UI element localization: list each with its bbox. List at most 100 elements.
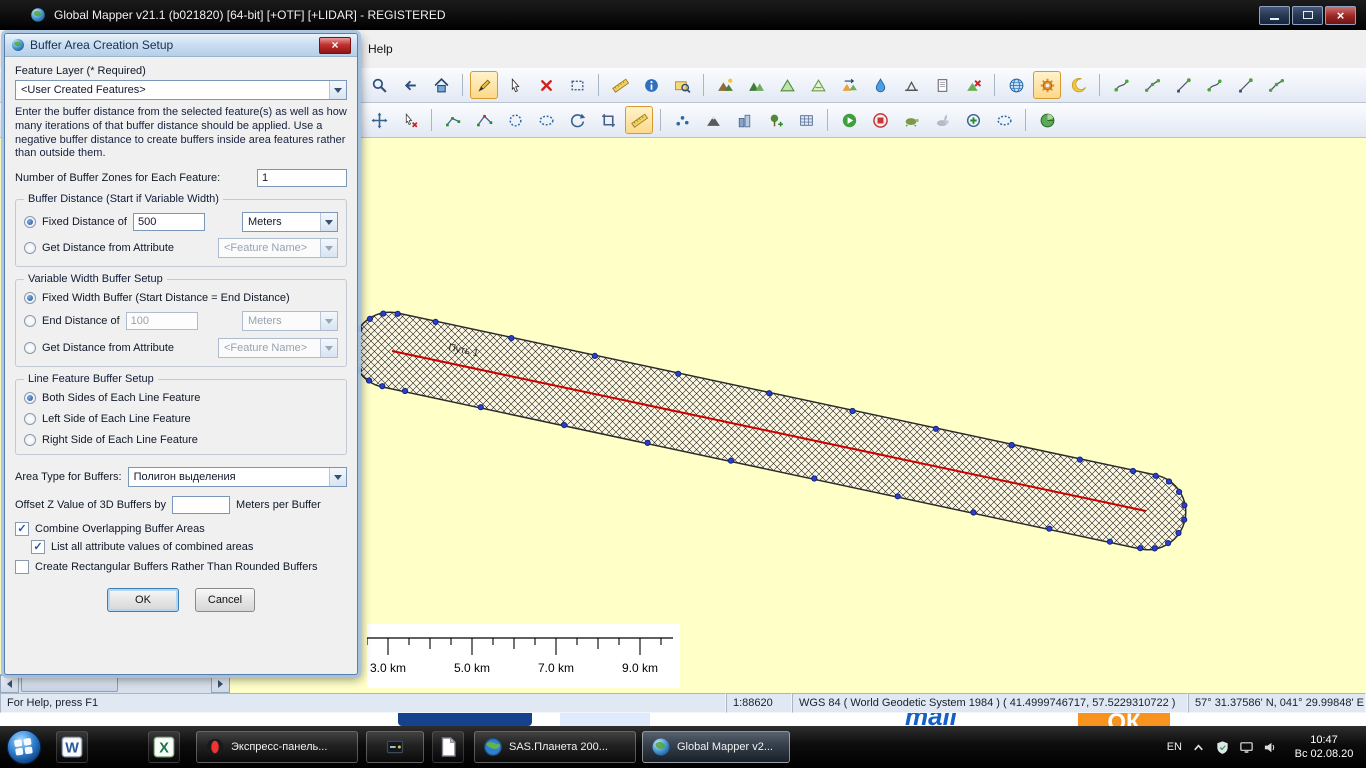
area-type-select[interactable]: Полигон выделения — [128, 467, 347, 487]
monitor-icon[interactable] — [1239, 740, 1254, 755]
fixed-distance-input[interactable] — [133, 213, 205, 231]
vertex-dot[interactable] — [1047, 526, 1052, 531]
taskbar-clock[interactable]: 10:47 Вс 02.08.20 — [1284, 726, 1364, 768]
left-side-radio[interactable] — [24, 413, 36, 425]
vertex-dot[interactable] — [1107, 539, 1112, 544]
delete-feature-button[interactable] — [532, 71, 560, 99]
terrain-grid-button[interactable] — [804, 71, 832, 99]
speed-faster-button[interactable] — [928, 106, 956, 134]
zoom-tool-button[interactable] — [365, 71, 393, 99]
hidden-icons-chevron-icon[interactable] — [1191, 740, 1206, 755]
stop-animation-button[interactable] — [866, 106, 894, 134]
rectangular-buffers-checkbox[interactable] — [15, 560, 29, 574]
excel-taskbar-button[interactable] — [148, 731, 180, 763]
end-distance-radio[interactable] — [24, 315, 36, 327]
variable-from-attribute-radio[interactable] — [24, 342, 36, 354]
flatten-terrain-button[interactable] — [897, 71, 925, 99]
search-features-button[interactable] — [668, 71, 696, 99]
vertex-dot[interactable] — [1176, 530, 1181, 535]
digitize-line-button[interactable] — [1107, 71, 1135, 99]
dialog-close-button[interactable] — [319, 37, 351, 54]
fixed-distance-units-select[interactable]: Meters — [242, 212, 338, 232]
terrain-shader-button[interactable] — [711, 71, 739, 99]
horizontal-scrollbar[interactable] — [0, 674, 230, 693]
close-button[interactable] — [1325, 6, 1356, 25]
crop-tool-button[interactable] — [594, 106, 622, 134]
pan-tool-button[interactable] — [365, 106, 393, 134]
right-side-radio[interactable] — [24, 434, 36, 446]
terrain-script-button[interactable] — [928, 71, 956, 99]
ok-button[interactable]: OK — [107, 588, 179, 612]
language-indicator[interactable]: EN — [1167, 741, 1182, 753]
opera-taskbar-button[interactable]: Экспресс-панель... — [196, 731, 358, 763]
chevron-down-icon[interactable] — [329, 81, 346, 99]
vertex-dot[interactable] — [1009, 442, 1014, 447]
vertex-dot[interactable] — [1166, 479, 1171, 484]
messenger-taskbar-button[interactable] — [366, 731, 424, 763]
both-sides-radio[interactable] — [24, 392, 36, 404]
scroll-left-arrow[interactable] — [0, 675, 19, 693]
vertex-dot[interactable] — [380, 384, 385, 389]
list-attributes-checkbox[interactable] — [31, 540, 45, 554]
vertex-dot[interactable] — [395, 311, 400, 316]
add-overlay-button[interactable] — [959, 106, 987, 134]
vertex-dot[interactable] — [1182, 517, 1187, 522]
digitize-curve-button[interactable] — [1169, 71, 1197, 99]
digitize-area-button[interactable] — [1200, 71, 1228, 99]
select-by-ellipse-button[interactable] — [532, 106, 560, 134]
vertex-dot[interactable] — [1138, 546, 1143, 551]
vertex-dot[interactable] — [367, 316, 372, 321]
previous-view-button[interactable] — [396, 71, 424, 99]
terrain-compare-button[interactable] — [835, 71, 863, 99]
cancel-button[interactable]: Cancel — [195, 588, 255, 612]
vertex-dot[interactable] — [509, 336, 514, 341]
vertex-dot[interactable] — [402, 388, 407, 393]
day-night-view-button[interactable] — [1064, 71, 1092, 99]
extract-vegetation-button[interactable] — [761, 106, 789, 134]
edit-vertices-button[interactable] — [439, 106, 467, 134]
digitize-range-ring-button[interactable] — [1262, 71, 1290, 99]
document-taskbar-button[interactable] — [432, 731, 464, 763]
digitize-line-snap-button[interactable] — [1138, 71, 1166, 99]
select-area-button[interactable] — [563, 71, 591, 99]
global-mapper-taskbar-button[interactable]: Global Mapper v2... — [642, 731, 790, 763]
vertex-dot[interactable] — [1166, 541, 1171, 546]
grid-overlay-button[interactable] — [792, 106, 820, 134]
measure-tool-button[interactable] — [606, 71, 634, 99]
chevron-down-icon[interactable] — [320, 213, 337, 231]
vertex-dot[interactable] — [812, 476, 817, 481]
vertex-dot[interactable] — [933, 426, 938, 431]
route-line-feature[interactable] — [392, 351, 1146, 511]
vertex-dot[interactable] — [1177, 489, 1182, 494]
orbit-tool-button[interactable] — [990, 106, 1018, 134]
select-features-button[interactable] — [501, 71, 529, 99]
vertex-dot[interactable] — [366, 378, 371, 383]
vertex-dot[interactable] — [1153, 473, 1158, 478]
vertex-dot[interactable] — [1077, 457, 1082, 462]
digitize-point-button[interactable] — [1231, 71, 1259, 99]
vertex-dot[interactable] — [592, 353, 597, 358]
fixed-width-radio[interactable] — [24, 292, 36, 304]
vertex-dot[interactable] — [381, 311, 386, 316]
watershed-button[interactable] — [866, 71, 894, 99]
dialog-title-bar[interactable]: Buffer Area Creation Setup — [5, 34, 357, 57]
play-animation-button[interactable] — [835, 106, 863, 134]
configuration-button[interactable] — [1033, 71, 1061, 99]
insert-vertex-button[interactable] — [470, 106, 498, 134]
feature-info-button[interactable] — [637, 71, 665, 99]
vertex-dot[interactable] — [971, 510, 976, 515]
clear-selection-button[interactable] — [396, 106, 424, 134]
start-button[interactable] — [6, 729, 42, 765]
chevron-down-icon[interactable] — [329, 468, 346, 486]
extract-buildings-button[interactable] — [730, 106, 758, 134]
minimize-button[interactable] — [1259, 6, 1290, 25]
vertex-dot[interactable] — [728, 458, 733, 463]
maximize-button[interactable] — [1292, 6, 1323, 25]
fixed-distance-radio[interactable] — [24, 216, 36, 228]
scrollbar-thumb[interactable] — [21, 676, 118, 692]
offset-z-input[interactable] — [172, 496, 230, 514]
vertex-dot[interactable] — [1182, 503, 1187, 508]
vertex-dot[interactable] — [478, 405, 483, 410]
create-buffer-button[interactable] — [625, 106, 653, 134]
pie-chart-tool-button[interactable] — [1033, 106, 1061, 134]
